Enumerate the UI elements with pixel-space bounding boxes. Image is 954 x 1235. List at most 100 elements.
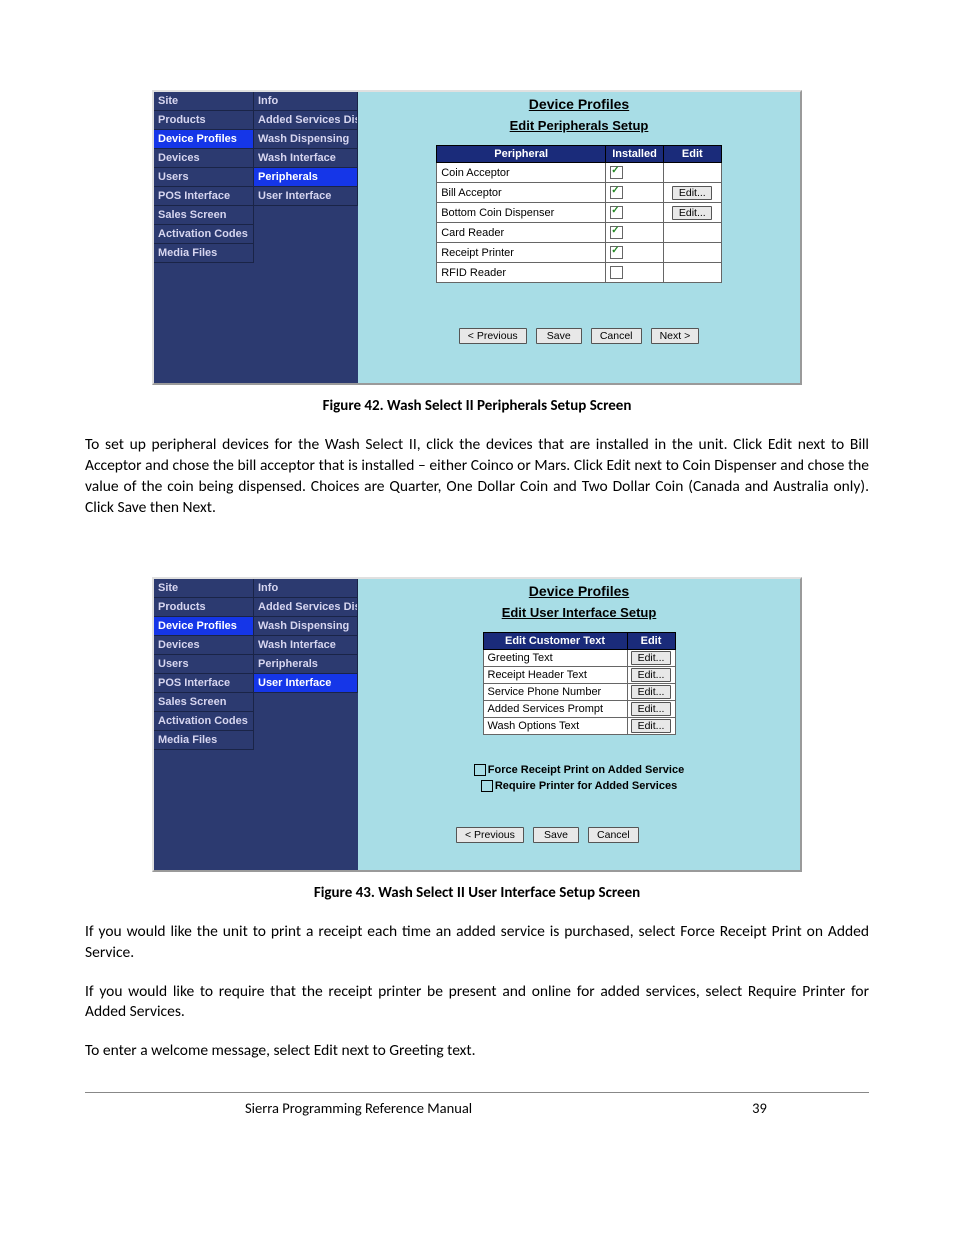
option-label: Require Printer for Added Services [495,780,677,792]
footer-title: Sierra Programming Reference Manual [245,1099,472,1117]
col-customer-text: Edit Customer Text [483,632,627,649]
edit-cell: Edit... [663,183,721,203]
edit-cell: Edit... [663,203,721,223]
next-button[interactable]: Next > [651,328,700,344]
table-row: Card Reader [437,223,722,243]
nav-item[interactable]: Devices [154,149,254,168]
nav-item[interactable]: Media Files [154,731,254,750]
nav-item[interactable]: Wash Dispensing [254,617,358,636]
nav-item[interactable]: Site [154,579,254,598]
text-field-name: Greeting Text [483,649,627,666]
nav-item[interactable]: Added Services Dispensing [254,111,358,130]
edit-cell: Edit... [627,700,675,717]
nav-item[interactable]: Activation Codes [154,712,254,731]
edit-cell [663,163,721,183]
nav-item[interactable]: Added Services Dispensing [254,598,358,617]
table-row: RFID Reader [437,263,722,283]
save-button[interactable]: Save [533,827,579,843]
option-checkbox[interactable] [481,780,493,792]
table-row: Service Phone Number Edit... [483,683,675,700]
nav-item[interactable]: Products [154,598,254,617]
installed-checkbox[interactable] [610,246,623,259]
nav-item[interactable]: Wash Interface [254,636,358,655]
installed-cell [606,163,664,183]
cancel-button[interactable]: Cancel [591,328,642,344]
installed-checkbox[interactable] [610,206,623,219]
edit-button[interactable]: Edit... [631,668,671,682]
nav-item[interactable]: Info [254,579,358,598]
previous-button[interactable]: < Previous [459,328,527,344]
nav-item[interactable]: Sales Screen [154,693,254,712]
edit-button[interactable]: Edit... [631,685,671,699]
edit-button[interactable]: Edit... [672,186,712,200]
edit-button[interactable]: Edit... [672,206,712,220]
footer-rule [85,1092,869,1093]
save-button[interactable]: Save [536,328,582,344]
installed-checkbox[interactable] [610,266,623,279]
footer-page-number: 39 [752,1099,767,1117]
secondary-nav: InfoAdded Services DispensingWash Dispen… [254,579,358,870]
nav-item[interactable]: Site [154,92,254,111]
peripheral-name: RFID Reader [437,263,606,283]
figure-43-caption: Figure 43. Wash Select II User Interface… [85,884,869,902]
installed-cell [606,263,664,283]
edit-cell: Edit... [627,717,675,734]
nav-item[interactable]: Devices [154,636,254,655]
customer-text-table: Edit Customer Text Edit Greeting Text Edi… [483,632,676,735]
option-row: Require Printer for Added Services [368,780,790,792]
table-row: Bill AcceptorEdit... [437,183,722,203]
nav-item[interactable]: Info [254,92,358,111]
nav-item[interactable]: User Interface [254,674,358,693]
nav-item[interactable]: Products [154,111,254,130]
installed-checkbox[interactable] [610,166,623,179]
nav-item[interactable]: Peripherals [254,168,358,187]
nav-item[interactable]: POS Interface [154,674,254,693]
edit-button[interactable]: Edit... [631,719,671,733]
col-edit: Edit [627,632,675,649]
table-row: Receipt Header Text Edit... [483,666,675,683]
table-row: Bottom Coin Dispenser Edit... [437,203,722,223]
primary-nav: SiteProductsDevice ProfilesDevicesUsersP… [154,579,254,870]
nav-item[interactable]: User Interface [254,187,358,206]
edit-cell [663,263,721,283]
nav-item[interactable]: Media Files [154,244,254,263]
edit-cell [663,243,721,263]
peripheral-name: Bottom Coin Dispenser [437,203,606,223]
text-field-name: Added Services Prompt [483,700,627,717]
edit-cell [663,223,721,243]
option-checkbox[interactable] [474,764,486,776]
nav-item[interactable]: Users [154,168,254,187]
edit-cell: Edit... [627,683,675,700]
text-field-name: Receipt Header Text [483,666,627,683]
installed-checkbox[interactable] [610,226,623,239]
panel-subtitle: Edit Peripherals Setup [368,118,790,133]
nav-item[interactable]: Peripherals [254,655,358,674]
panel-title: Device Profiles [368,583,790,599]
option-row: Force Receipt Print on Added Service [368,764,790,776]
primary-nav: SiteProductsDevice ProfilesDevicesUsersP… [154,92,254,383]
nav-item[interactable]: Activation Codes [154,225,254,244]
nav-item[interactable]: POS Interface [154,187,254,206]
edit-button[interactable]: Edit... [631,651,671,665]
col-peripheral: Peripheral [437,146,606,163]
text-field-name: Service Phone Number [483,683,627,700]
paragraph-1: To set up peripheral devices for the Was… [85,435,869,519]
cancel-button[interactable]: Cancel [588,827,639,843]
previous-button[interactable]: < Previous [456,827,524,843]
col-installed: Installed [606,146,664,163]
peripherals-table: Peripheral Installed Edit Coin AcceptorB… [436,145,722,283]
nav-item[interactable]: Users [154,655,254,674]
nav-item[interactable]: Wash Interface [254,149,358,168]
peripheral-name: Receipt Printer [437,243,606,263]
text-field-name: Wash Options Text [483,717,627,734]
installed-cell [606,243,664,263]
nav-item[interactable]: Sales Screen [154,206,254,225]
edit-button[interactable]: Edit... [631,702,671,716]
paragraph-3: If you would like to require that the re… [85,982,869,1024]
nav-item[interactable]: Wash Dispensing [254,130,358,149]
table-row: Wash Options Text Edit... [483,717,675,734]
installed-checkbox[interactable] [610,186,623,199]
peripheral-name: Coin Acceptor [437,163,606,183]
nav-item[interactable]: Device Profiles [154,617,254,636]
nav-item[interactable]: Device Profiles [154,130,254,149]
